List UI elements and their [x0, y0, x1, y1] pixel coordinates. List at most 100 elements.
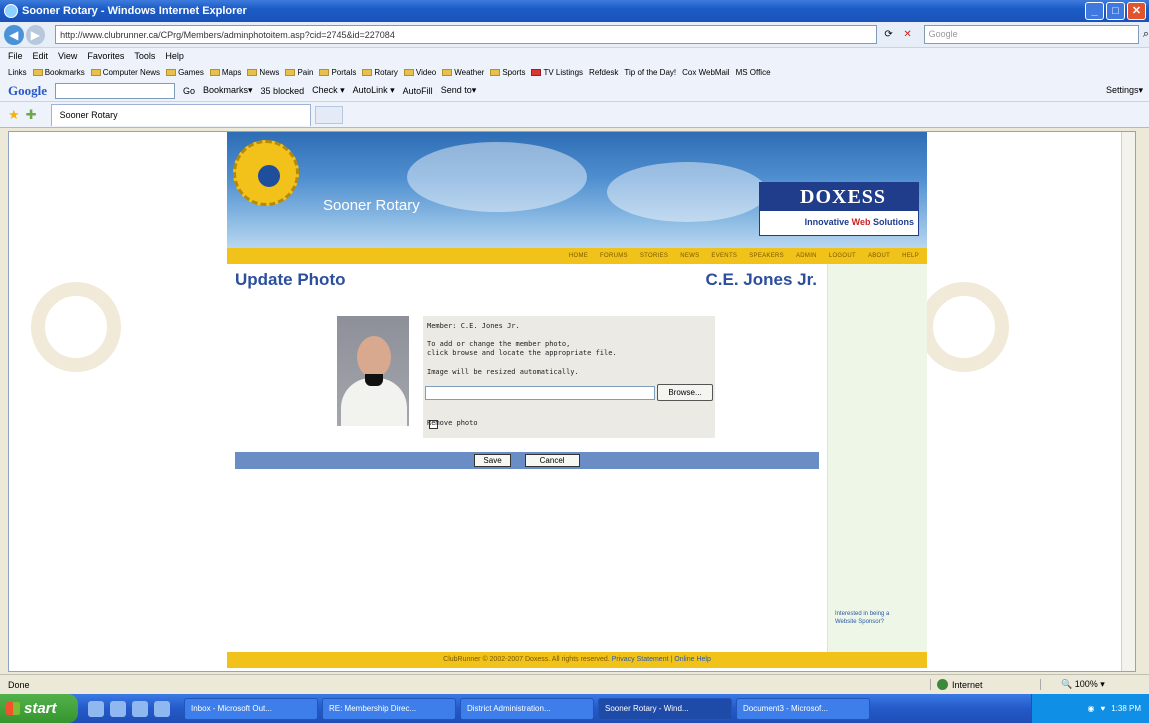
file-path-input[interactable] — [425, 386, 655, 400]
tv-icon — [531, 68, 542, 76]
google-search-input[interactable] — [55, 82, 175, 99]
refresh-icon[interactable]: ⟳ — [881, 27, 897, 43]
nav-forums[interactable]: FORUMS — [600, 253, 628, 259]
spell-check-button[interactable]: Check ▾ — [312, 85, 345, 96]
instruction-text: click browse and locate the appropriate … — [427, 349, 617, 357]
menu-edit[interactable]: Edit — [33, 51, 49, 61]
quick-launch-icon[interactable] — [132, 700, 148, 717]
menu-view[interactable]: View — [58, 51, 77, 61]
autolink-button[interactable]: AutoLink ▾ — [353, 85, 395, 96]
quick-launch-icon[interactable] — [154, 700, 170, 717]
address-toolbar: ◀ ▶ http://www.clubrunner.ca/CPrg/Member… — [0, 22, 1149, 48]
autofill-button[interactable]: AutoFill — [403, 86, 433, 96]
link-item[interactable]: Portals — [319, 68, 356, 77]
zoom-level[interactable]: 🔍 100% ▾ — [1040, 679, 1105, 690]
taskbar-item-district[interactable]: District Administration... — [460, 697, 594, 720]
search-input[interactable]: Google — [923, 25, 1139, 44]
privacy-link[interactable]: Privacy Statement — [612, 656, 669, 663]
new-tab-button[interactable] — [314, 105, 343, 124]
link-item[interactable]: Pain — [285, 68, 313, 77]
nav-news[interactable]: NEWS — [680, 253, 699, 259]
favorites-star-icon[interactable]: ★ — [8, 107, 20, 123]
google-go-button[interactable]: Go — [183, 86, 195, 96]
tray-icon[interactable]: ◉ — [1087, 704, 1094, 713]
menu-file[interactable]: File — [8, 51, 23, 61]
folder-icon — [490, 68, 501, 76]
nav-speakers[interactable]: SPEAKERS — [749, 253, 784, 259]
link-item[interactable]: Sports — [490, 68, 525, 77]
nav-stories[interactable]: STORIES — [640, 253, 668, 259]
add-favorite-icon[interactable]: ✚ — [26, 107, 37, 123]
search-icon[interactable]: ⌕ — [1143, 28, 1149, 41]
maximize-button[interactable]: □ — [1106, 2, 1125, 20]
nav-home[interactable]: HOME — [569, 253, 588, 259]
status-text: Done — [8, 679, 30, 690]
browse-button[interactable]: Browse... — [657, 384, 713, 401]
settings-button[interactable]: Settings▾ — [1106, 85, 1143, 96]
sponsor-link[interactable]: Interested in being a Website Sponsor? — [835, 610, 905, 626]
bookmarks-button[interactable]: Bookmarks▾ — [203, 85, 253, 96]
links-label: Links — [8, 67, 27, 77]
link-item[interactable]: Tip of the Day! — [624, 68, 676, 77]
cancel-button[interactable]: Cancel — [524, 454, 580, 467]
menu-help[interactable]: Help — [165, 51, 184, 61]
link-item[interactable]: Weather — [442, 68, 484, 77]
menu-favorites[interactable]: Favorites — [87, 51, 124, 61]
back-button[interactable]: ◀ — [4, 24, 24, 45]
member-label: Member: C.E. Jones Jr. — [427, 322, 520, 330]
link-item[interactable]: MS Office — [736, 68, 771, 77]
nav-events[interactable]: EVENTS — [711, 253, 737, 259]
folder-icon — [209, 68, 220, 76]
status-bar: Done Internet 🔍 100% ▾ — [0, 674, 1149, 694]
nav-help[interactable]: HELP — [902, 253, 919, 259]
link-item[interactable]: News — [247, 68, 279, 77]
link-item[interactable]: Games — [166, 68, 204, 77]
link-item[interactable]: Computer News — [90, 68, 160, 77]
save-button[interactable]: Save — [474, 454, 511, 467]
minimize-button[interactable]: _ — [1085, 2, 1104, 20]
vertical-scrollbar[interactable] — [1121, 132, 1135, 671]
doxess-logo[interactable]: DOXESS Innovative Web Solutions — [759, 182, 919, 236]
taskbar-item-membership[interactable]: RE: Membership Direc... — [322, 697, 456, 720]
link-item[interactable]: Cox WebMail — [682, 68, 729, 77]
close-button[interactable]: ✕ — [1127, 2, 1146, 20]
stop-icon[interactable]: ✕ — [900, 27, 916, 43]
tray-icon[interactable]: ♥ — [1100, 704, 1105, 713]
page-title: Update Photo — [235, 270, 346, 289]
link-item[interactable]: Video — [403, 68, 436, 77]
folder-icon — [442, 68, 453, 76]
link-item[interactable]: Rotary — [362, 68, 398, 77]
system-tray: ◉ ♥ 1:38 PM — [1031, 694, 1149, 723]
quick-launch-icon[interactable] — [88, 700, 104, 717]
nav-logout[interactable]: LOGOUT — [829, 253, 856, 259]
instruction-text: To add or change the member photo, — [427, 340, 571, 348]
cloud-shape — [407, 142, 587, 212]
link-item[interactable]: Bookmarks — [32, 68, 85, 77]
taskbar-item-document3[interactable]: Document3 - Microsof... — [736, 697, 870, 720]
site-container: Sooner Rotary DOXESS Innovative Web Solu… — [227, 132, 927, 671]
nav-admin[interactable]: ADMIN — [796, 253, 817, 259]
forward-button[interactable]: ▶ — [25, 24, 46, 45]
menu-tools[interactable]: Tools — [134, 51, 155, 61]
tab-sooner-rotary[interactable]: Sooner Rotary — [50, 103, 311, 126]
link-item[interactable]: Refdesk — [589, 68, 618, 77]
quick-launch-icon[interactable] — [110, 700, 126, 717]
address-bar[interactable]: http://www.clubrunner.ca/CPrg/Members/ad… — [55, 25, 877, 44]
popup-blocked-button[interactable]: 35 blocked — [261, 86, 305, 96]
taskbar-item-outlook[interactable]: Inbox - Microsoft Out... — [184, 697, 318, 720]
window-controls: _ □ ✕ — [1085, 2, 1146, 20]
link-item[interactable]: Maps — [209, 68, 241, 77]
main-content: Update Photo C.E. Jones Jr. Member: C.E.… — [227, 264, 827, 652]
rotary-logo-icon — [233, 140, 299, 206]
folder-icon — [32, 68, 43, 76]
google-toolbar: Google Go Bookmarks▾ 35 blocked Check ▾ … — [0, 80, 1149, 102]
right-sidebar — [827, 264, 927, 652]
send-to-button[interactable]: Send to▾ — [441, 85, 477, 96]
cloud-shape — [607, 162, 767, 222]
link-item[interactable]: TV Listings — [531, 68, 583, 77]
start-button[interactable]: start — [0, 694, 78, 723]
folder-icon — [362, 68, 373, 76]
online-help-link[interactable]: Online Help — [674, 656, 711, 663]
taskbar-item-sooner-rotary[interactable]: Sooner Rotary - Wind... — [598, 697, 732, 720]
nav-about[interactable]: ABOUT — [868, 253, 890, 259]
